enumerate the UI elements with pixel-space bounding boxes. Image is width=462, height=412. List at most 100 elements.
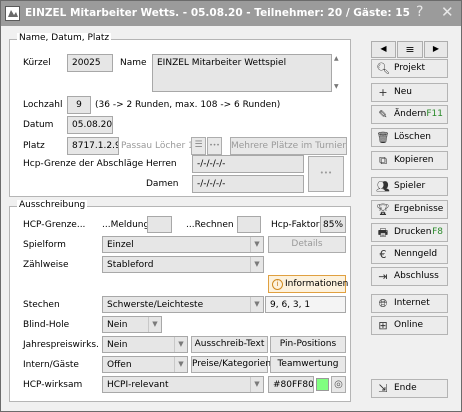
close-icon[interactable]: ✕ (441, 3, 454, 21)
blind-hole-value: Nein (107, 320, 128, 330)
list-icon: ☰ (194, 140, 203, 150)
globe-icon: 🌐︎ (378, 297, 388, 310)
meldung-label: ...Meldung (102, 220, 150, 230)
details-button[interactable]: Details (268, 236, 346, 253)
title-bar: EINZEL Mitarbeiter Wetts. - 05.08.20 - T… (1, 1, 461, 26)
chevron-down-icon: ▼ (250, 237, 263, 252)
online-icon: ⊞ (378, 319, 388, 332)
platz-field[interactable]: 8717.1.2.9 (67, 137, 119, 155)
chevron-down-icon: ▼ (250, 377, 263, 392)
kuerzel-label: Kürzel (23, 58, 51, 68)
menu-icon: ≡ (405, 43, 415, 56)
app-icon (5, 6, 20, 21)
help-icon[interactable]: ? (416, 4, 423, 20)
spieler-button[interactable]: 👥︎ Spieler (371, 177, 448, 196)
informationen-button[interactable]: i Informationen (268, 275, 348, 293)
preise-kategorien-button[interactable]: Preise/Kategorien (191, 356, 271, 373)
name-scroll-down-icon[interactable]: ▼ (334, 83, 339, 90)
hcp-wirksam-select[interactable]: HCPI-relevant ▼ (102, 376, 264, 393)
exit-icon: ⇥ (378, 270, 388, 283)
spielform-select[interactable]: Einzel ▼ (102, 236, 264, 253)
neu-button[interactable]: + Neu (371, 83, 448, 102)
copy-icon: ⧉ (379, 154, 387, 167)
teamwertung-button[interactable]: Teamwertung (270, 356, 346, 373)
platz-list-button[interactable]: ☰ (191, 137, 206, 155)
kuerzel-field[interactable]: 20025 (67, 54, 113, 72)
plus-icon: + (378, 86, 388, 99)
zaehlweise-value: Stableford (107, 260, 154, 270)
pin-positions-button[interactable]: Pin-Positions (270, 336, 346, 353)
hcp-grenze-dots-button[interactable]: ••• (308, 156, 344, 192)
color-hex-field[interactable]: #80FF80 (268, 376, 314, 393)
spielform-value: Einzel (107, 240, 134, 250)
projekt-button[interactable]: 🔍︎ Projekt (371, 59, 448, 78)
neu-label: Neu (394, 87, 412, 97)
name-field[interactable]: EINZEL Mitarbeiter Wettspiel (152, 54, 332, 92)
herren-field[interactable]: -/-/-/-/- (192, 155, 304, 173)
datum-label: Datum (23, 120, 54, 130)
loeschen-button[interactable]: 🗑︎ Löschen (371, 128, 448, 147)
ergebnisse-button[interactable]: 🏆︎ Ergebnisse (371, 200, 448, 219)
blind-hole-select[interactable]: Nein ▼ (102, 316, 162, 333)
platz-label: Platz (23, 141, 45, 151)
platz-more-button[interactable]: ••• (207, 137, 222, 155)
arrow-left-icon: ◀ (380, 44, 387, 53)
kopieren-label: Kopieren (394, 155, 434, 165)
online-button[interactable]: ⊞ Online (371, 316, 448, 335)
rechnen-label: ...Rechnen (186, 220, 234, 230)
mehrere-plaetze-button[interactable]: Mehrere Plätze im Turnier (230, 137, 347, 155)
online-label: Online (394, 320, 424, 330)
menu-button[interactable]: ≡ (397, 41, 423, 58)
chevron-down-icon: ▼ (174, 357, 187, 372)
nenngeld-button[interactable]: € Nenngeld (371, 245, 448, 264)
stechen-value: Schwerste/Leichteste (107, 300, 204, 310)
damen-field[interactable]: -/-/-/-/- (192, 175, 304, 193)
jahrespreis-select[interactable]: Nein ▼ (102, 336, 188, 353)
magnifier-icon: 🔍︎ (376, 62, 390, 75)
tournament-window: EINZEL Mitarbeiter Wetts. - 05.08.20 - T… (0, 0, 462, 412)
group-title-name-date: Name, Datum, Platz (17, 33, 112, 43)
next-record-button[interactable]: ▶ (424, 41, 448, 58)
intern-gaeste-label: Intern/Gäste (23, 360, 79, 370)
internet-label: Internet (394, 298, 430, 308)
color-picker-icon[interactable]: ◎ (331, 376, 346, 393)
name-label: Name (120, 58, 147, 68)
abschluss-button[interactable]: ⇥ Abschluss (371, 267, 448, 286)
hcp-grenze-abschlaege-label: Hcp-Grenze der Abschläge (23, 159, 144, 169)
meldung-field[interactable] (147, 216, 172, 233)
arrow-right-icon: ▶ (432, 44, 440, 53)
aendern-button[interactable]: ✎ Ändern F11 (371, 105, 448, 124)
ausschreib-text-button[interactable]: Ausschreib-Text (191, 336, 268, 353)
jahrespreis-label: Jahrespreiswirks. (23, 340, 99, 350)
intern-gaeste-select[interactable]: Offen ▼ (102, 356, 188, 373)
damen-label: Damen (146, 179, 179, 189)
hcp-faktor-label: Hcp-Faktor (271, 220, 320, 230)
drucken-shortcut: F8 (432, 227, 443, 237)
zaehlweise-select[interactable]: Stableford ▼ (102, 256, 264, 273)
info-icon: i (272, 279, 283, 290)
players-icon: 👥︎ (376, 180, 390, 193)
drucken-button[interactable]: 🖶 Drucken F8 (371, 223, 448, 242)
hcp-faktor-field[interactable]: 85% (320, 216, 346, 233)
drucken-label: Drucken (394, 227, 432, 237)
internet-button[interactable]: 🌐︎ Internet (371, 294, 448, 313)
stechen-holes-field[interactable]: 9, 6, 3, 1 (265, 296, 346, 313)
blind-hole-label: Blind-Hole (23, 320, 70, 330)
ende-button[interactable]: ⇲ Ende (371, 379, 448, 398)
lochzahl-hint: (36 -> 2 Runden, max. 108 -> 6 Runden) (95, 100, 281, 110)
stechen-select[interactable]: Schwerste/Leichteste ▼ (102, 296, 264, 313)
more-icon: ••• (209, 142, 220, 149)
chevron-down-icon: ▼ (250, 297, 263, 312)
kopieren-button[interactable]: ⧉ Kopieren (371, 151, 448, 170)
hcp-grenze-label: HCP-Grenze... (23, 220, 86, 230)
datum-field[interactable]: 05.08.20 (67, 116, 113, 134)
prev-record-button[interactable]: ◀ (371, 41, 396, 58)
rechnen-field[interactable] (237, 216, 261, 233)
lochzahl-field[interactable]: 9 (67, 96, 91, 114)
chevron-down-icon: ▼ (250, 257, 263, 272)
jahrespreis-value: Nein (107, 340, 128, 350)
window-title: EINZEL Mitarbeiter Wetts. - 05.08.20 - T… (25, 7, 410, 19)
name-scroll-up-icon[interactable]: ▲ (334, 55, 339, 62)
abschluss-label: Abschluss (394, 271, 439, 281)
ende-label: Ende (394, 383, 417, 393)
